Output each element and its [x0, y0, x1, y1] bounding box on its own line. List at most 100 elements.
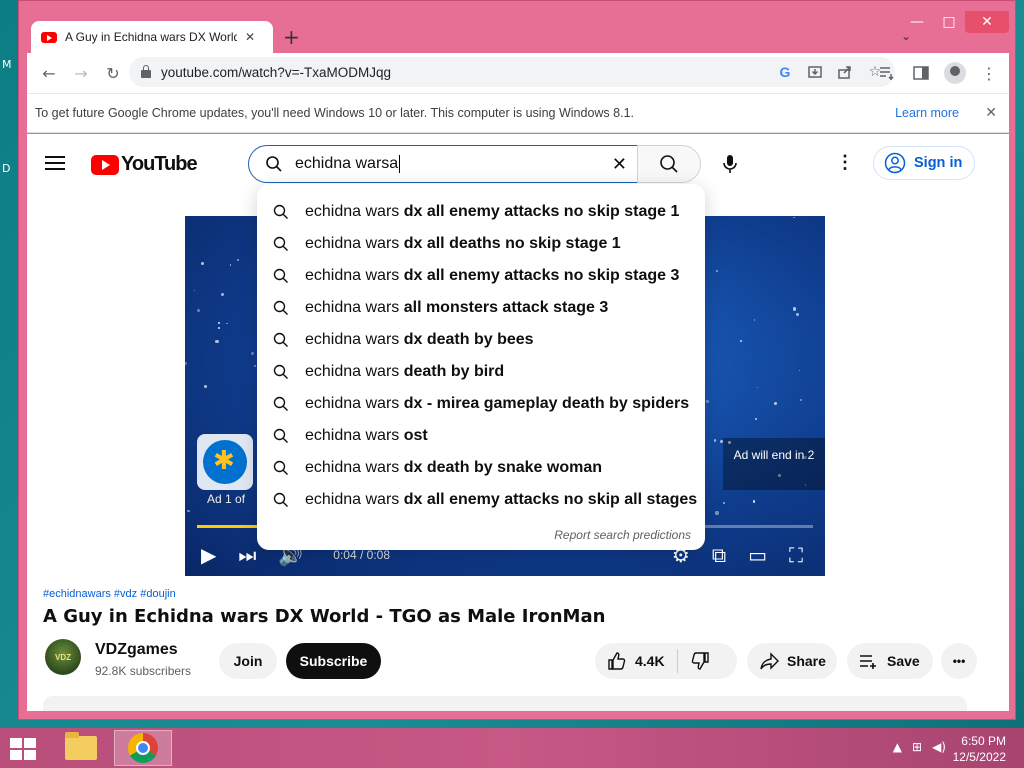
- sparkle: [200, 262, 204, 266]
- tab-search-chevron-icon[interactable]: ⌄: [901, 29, 911, 43]
- voice-search-button[interactable]: [711, 145, 749, 183]
- subscribe-button[interactable]: Subscribe: [286, 643, 381, 679]
- side-panel-icon[interactable]: [905, 57, 937, 89]
- divider: [676, 649, 678, 673]
- browser-tab[interactable]: A Guy in Echidna wars DX World ✕: [31, 21, 273, 53]
- save-button[interactable]: Save: [847, 643, 933, 679]
- google-lens-icon[interactable]: G: [773, 60, 797, 84]
- sparkle: [226, 322, 228, 325]
- fullscreen-icon[interactable]: ⛶: [789, 543, 803, 567]
- network-icon[interactable]: ⊞: [912, 740, 922, 754]
- tab-close-icon[interactable]: ✕: [245, 30, 255, 44]
- miniplayer-icon[interactable]: ⧉: [712, 543, 726, 567]
- search-suggestion[interactable]: echidna wars dx all enemy attacks no ski…: [257, 196, 705, 228]
- clear-search-icon[interactable]: ✕: [612, 154, 627, 175]
- clock-time: 6:50 PM: [961, 734, 1006, 748]
- search-query-text: echidna warsa: [295, 155, 399, 172]
- ad-index-text: Ad 1 of: [207, 492, 246, 506]
- suggestion-text: echidna wars dx death by bees: [305, 331, 534, 349]
- video-hashtags[interactable]: #echidnawars #vdz #doujin: [43, 588, 176, 600]
- search-suggestion[interactable]: echidna wars dx death by bees: [257, 324, 705, 356]
- sign-in-label: Sign in: [914, 155, 963, 171]
- hamburger-menu-icon[interactable]: [45, 156, 65, 170]
- chrome-taskbar-button[interactable]: [114, 730, 172, 766]
- sparkle: [716, 269, 719, 272]
- volume-tray-icon[interactable]: ◀): [932, 740, 946, 754]
- sparkle: [713, 438, 717, 442]
- search-suggestion[interactable]: echidna wars dx all enemy attacks no ski…: [257, 484, 705, 516]
- new-tab-button[interactable]: +: [283, 25, 300, 49]
- search-suggestion[interactable]: echidna wars ost: [257, 420, 705, 452]
- microphone-icon: [723, 155, 737, 173]
- sign-in-button[interactable]: Sign in: [873, 146, 975, 180]
- like-icon[interactable]: [607, 651, 627, 671]
- suggestion-completion: dx all enemy attacks no skip all stages: [403, 491, 698, 508]
- suggestion-completion: death by bird: [403, 363, 505, 380]
- report-search-predictions-link[interactable]: Report search predictions: [554, 528, 691, 542]
- search-suggestion[interactable]: echidna wars dx - mirea gameplay death b…: [257, 388, 705, 420]
- sparkle: [253, 364, 256, 368]
- play-icon[interactable]: ▶: [201, 543, 216, 567]
- forward-button[interactable]: →: [65, 57, 97, 89]
- youtube-logo-text: YouTube: [121, 153, 198, 175]
- join-button[interactable]: Join: [219, 643, 277, 679]
- suggestion-completion: all monsters attack stage 3: [403, 299, 609, 316]
- start-button[interactable]: [10, 738, 36, 760]
- url-text[interactable]: youtube.com/watch?v=-TxaMODMJqg: [161, 65, 391, 80]
- description-box[interactable]: [43, 696, 967, 711]
- suggestion-completion: ost: [403, 427, 428, 444]
- suggestion-completion: dx death by snake woman: [403, 459, 602, 476]
- sparkle: [706, 400, 709, 403]
- update-infobar: To get future Google Chrome updates, you…: [27, 93, 1009, 133]
- suggestion-completion: dx death by bees: [403, 331, 534, 348]
- search-button[interactable]: [637, 145, 701, 183]
- back-button[interactable]: ←: [33, 57, 65, 89]
- youtube-page: YouTube echidna warsa ✕ ⋮ Sign in Ad 1 o: [27, 134, 1009, 711]
- dislike-icon[interactable]: [690, 651, 710, 671]
- suggestion-prefix: echidna wars: [305, 363, 404, 380]
- system-clock[interactable]: 6:50 PM 12/5/2022: [953, 733, 1006, 765]
- share-label: Share: [787, 653, 826, 669]
- sparkle: [792, 216, 795, 219]
- youtube-logo[interactable]: YouTube: [91, 153, 198, 176]
- learn-more-link[interactable]: Learn more: [895, 106, 959, 120]
- profile-icon[interactable]: [939, 57, 971, 89]
- search-input[interactable]: echidna warsa ✕: [248, 145, 638, 183]
- reading-list-icon[interactable]: [871, 57, 903, 89]
- search-suggestion[interactable]: echidna wars dx death by snake woman: [257, 452, 705, 484]
- reload-button[interactable]: ↻: [97, 57, 129, 89]
- show-hidden-icons-icon[interactable]: ▲: [893, 740, 902, 754]
- file-explorer-taskbar-button[interactable]: [52, 730, 110, 766]
- search-suggestion[interactable]: echidna wars all monsters attack stage 3: [257, 292, 705, 324]
- ad-thumbnail[interactable]: [197, 434, 253, 490]
- settings-more-icon[interactable]: ⋮: [833, 152, 857, 176]
- more-actions-button[interactable]: •••: [941, 643, 977, 679]
- like-dislike-group: 4.4K: [595, 643, 737, 679]
- search-icon: [273, 300, 289, 316]
- search-suggestion[interactable]: echidna wars dx all deaths no skip stage…: [257, 228, 705, 260]
- like-count[interactable]: 4.4K: [635, 653, 665, 669]
- video-title: A Guy in Echidna wars DX World - TGO as …: [43, 606, 606, 627]
- youtube-play-logo-icon: [91, 154, 119, 175]
- infobar-close-icon[interactable]: ✕: [985, 105, 997, 121]
- search-suggestion[interactable]: echidna wars dx all enemy attacks no ski…: [257, 260, 705, 292]
- search-icon: [273, 460, 289, 476]
- share-icon[interactable]: [833, 60, 857, 84]
- address-bar[interactable]: youtube.com/watch?v=-TxaMODMJqg G ☆: [129, 57, 895, 87]
- chrome-icon: [128, 733, 158, 763]
- subscriber-count: 92.8K subscribers: [95, 664, 192, 678]
- next-icon[interactable]: ⏭: [238, 543, 256, 567]
- lock-icon: [141, 65, 151, 78]
- search-suggestion[interactable]: echidna wars death by bird: [257, 356, 705, 388]
- search-icon: [273, 364, 289, 380]
- share-button[interactable]: Share: [747, 643, 837, 679]
- menu-icon[interactable]: ⋮: [973, 57, 1005, 89]
- suggestion-completion: dx - mirea gameplay death by spiders: [403, 395, 690, 412]
- sparkle: [203, 385, 207, 389]
- sparkle: [221, 293, 224, 296]
- suggestion-prefix: echidna wars: [305, 235, 404, 252]
- channel-name[interactable]: VDZgames: [95, 641, 178, 659]
- channel-avatar[interactable]: VDZ: [45, 639, 81, 675]
- install-app-icon[interactable]: [803, 60, 827, 84]
- theater-mode-icon[interactable]: ▭: [748, 543, 767, 567]
